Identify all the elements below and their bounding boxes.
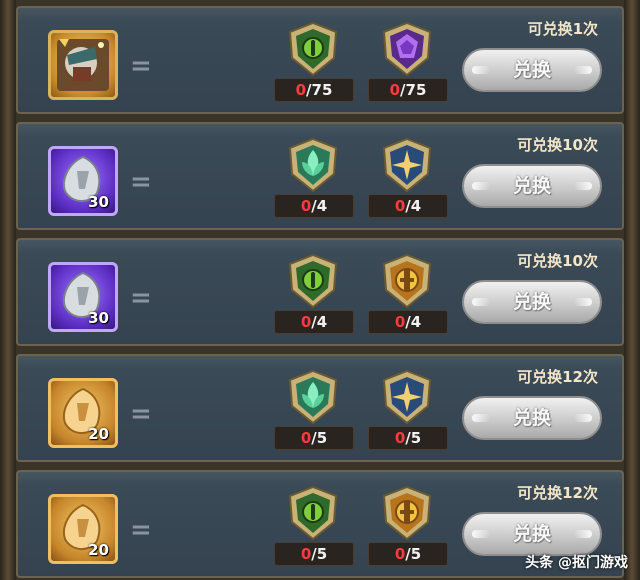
green-leaf-badge-icon: [288, 137, 338, 193]
cost-count: 0/4: [368, 310, 448, 334]
item-count: 30: [88, 309, 109, 327]
cost-count: 0/75: [274, 78, 354, 102]
exchange-row: 30 = 0/4 0/4 可兑换10次 兑换: [16, 238, 624, 346]
cost-slot: 0/4: [274, 248, 354, 334]
cost-count: 0/4: [274, 310, 354, 334]
green-leaf-badge-icon: [288, 369, 338, 425]
cost-slot: 0/4: [274, 132, 354, 218]
exchange-limit: 可兑换12次: [517, 368, 598, 386]
exchange-button[interactable]: 兑换: [462, 48, 602, 92]
cost-count: 0/5: [274, 542, 354, 566]
equals-sign: =: [130, 515, 152, 545]
cost-slot: 0/4: [368, 132, 448, 218]
cost-count: 0/5: [368, 542, 448, 566]
gold-emblem-badge-icon: [382, 485, 432, 541]
item-count: 20: [88, 541, 109, 559]
item-count: 30: [88, 193, 109, 211]
cost-slot: 0/75: [368, 16, 448, 102]
cost-count: 0/75: [368, 78, 448, 102]
gold-crystal-icon[interactable]: 20: [48, 494, 118, 564]
blue-star-badge-icon: [382, 369, 432, 425]
gold-crystal-icon[interactable]: 20: [48, 378, 118, 448]
cost-slot: 0/5: [274, 364, 354, 450]
exchange-limit: 可兑换10次: [517, 136, 598, 154]
exchange-button[interactable]: 兑换: [462, 164, 602, 208]
cost-count: 0/4: [274, 194, 354, 218]
exchange-row: 30 = 0/4 0/4 可兑换10次 兑换: [16, 122, 624, 230]
exchange-button[interactable]: 兑换: [462, 396, 602, 440]
equals-sign: =: [130, 51, 152, 81]
exchange-limit: 可兑换12次: [517, 484, 598, 502]
cost-count: 0/4: [368, 194, 448, 218]
panel-frame-right: [624, 0, 640, 580]
cost-count: 0/5: [274, 426, 354, 450]
exchange-row: 20 = 0/5 0/5 可兑换12次 兑换: [16, 354, 624, 462]
item-count: 20: [88, 425, 109, 443]
silver-crystal-purple-icon[interactable]: 30: [48, 262, 118, 332]
equals-sign: =: [130, 399, 152, 429]
exchange-button[interactable]: 兑换: [462, 280, 602, 324]
cost-slot: 0/5: [368, 480, 448, 566]
panel-frame-left: [0, 0, 16, 580]
hero-skin-card-icon[interactable]: [48, 30, 118, 100]
green-eye-badge-icon: [288, 21, 338, 77]
gold-emblem-badge-icon: [382, 253, 432, 309]
exchange-limit: 可兑换1次: [527, 20, 598, 38]
cost-slot: 0/5: [274, 480, 354, 566]
exchange-limit: 可兑换10次: [517, 252, 598, 270]
cost-slot: 0/5: [368, 364, 448, 450]
cost-slot: 0/75: [274, 16, 354, 102]
exchange-button[interactable]: 兑换: [462, 512, 602, 556]
purple-crown-badge-icon: [382, 21, 432, 77]
blue-star-badge-icon: [382, 137, 432, 193]
cost-slot: 0/4: [368, 248, 448, 334]
exchange-row: = 0/75 0/75 可兑换1次 兑换: [16, 6, 624, 114]
watermark: 头条 @抠门游戏: [525, 555, 628, 571]
green-eye-badge-icon: [288, 253, 338, 309]
green-eye-badge-icon: [288, 485, 338, 541]
silver-crystal-purple-icon[interactable]: 30: [48, 146, 118, 216]
equals-sign: =: [130, 283, 152, 313]
equals-sign: =: [130, 167, 152, 197]
cost-count: 0/5: [368, 426, 448, 450]
